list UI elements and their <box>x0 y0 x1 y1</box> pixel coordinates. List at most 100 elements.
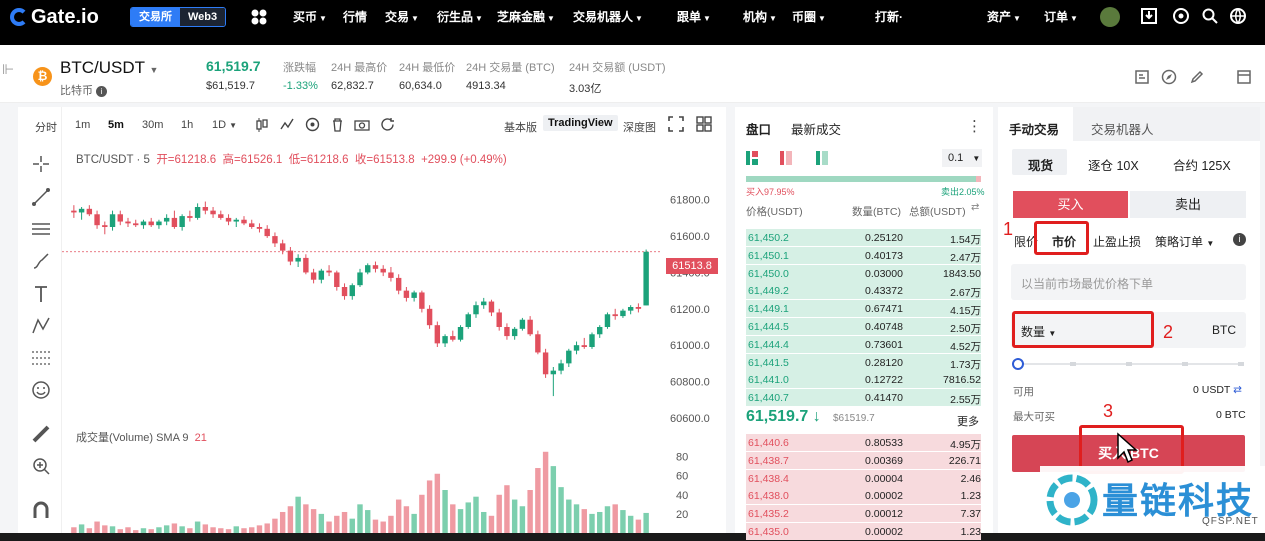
candlestick-chart[interactable] <box>62 187 662 427</box>
swap-icon[interactable]: ⇄ <box>971 202 979 213</box>
order-type-tpsl[interactable]: 止盈止损 <box>1093 233 1141 250</box>
alert-icon[interactable] <box>305 117 320 132</box>
nav-item[interactable]: 订单 ▼ <box>1044 0 1078 34</box>
nav-item[interactable]: 资产 ▼ <box>987 0 1021 34</box>
seg-exchange[interactable]: 交易所 <box>131 8 180 26</box>
fullscreen-icon[interactable] <box>668 116 684 132</box>
tab-orderbook[interactable]: 盘口 <box>746 119 771 138</box>
trash-icon[interactable] <box>330 117 345 132</box>
info-icon[interactable]: i <box>1233 233 1246 246</box>
globe-icon[interactable] <box>1229 7 1247 25</box>
brush-icon[interactable] <box>30 250 52 272</box>
emoji-icon[interactable] <box>30 379 52 401</box>
refresh-icon[interactable] <box>380 117 395 132</box>
view-tradingview[interactable]: TradingView <box>543 115 618 131</box>
camera-icon[interactable] <box>354 117 370 132</box>
nav-item[interactable]: 买币 ▼ <box>293 0 327 34</box>
grid-layout-icon[interactable] <box>696 116 712 132</box>
collapse-sidebar-icon[interactable]: ⊩ <box>2 61 14 78</box>
view-basic[interactable]: 基本版 <box>504 119 537 135</box>
side-sell-tab[interactable]: 卖出 <box>1130 191 1246 218</box>
tab-manual-trade[interactable]: 手动交易 <box>1009 119 1059 138</box>
more-link[interactable]: 更多 <box>957 413 979 429</box>
nav-item[interactable]: 交易 ▼ <box>385 0 419 34</box>
mode-spot[interactable]: 现货 <box>1028 155 1053 174</box>
ruler-icon[interactable] <box>30 423 52 445</box>
gate-logo[interactable]: Gate.io <box>10 5 99 29</box>
interval-30m[interactable]: 30m <box>142 119 163 131</box>
info-icon[interactable]: i <box>96 86 108 97</box>
zoom-in-icon[interactable] <box>30 455 52 477</box>
book-both-icon[interactable] <box>746 151 764 165</box>
amount-slider[interactable] <box>1012 358 1246 370</box>
exchange-web3-switch[interactable]: 交易所 Web3 <box>130 7 227 27</box>
text-tool-icon[interactable] <box>30 283 52 305</box>
download-icon[interactable] <box>1140 7 1158 25</box>
interval-1h[interactable]: 1h <box>181 119 193 131</box>
precision-select[interactable]: 0.1 ▼ <box>942 149 982 167</box>
nav-item[interactable]: 衍生品 ▼ <box>437 0 483 34</box>
pair-selector[interactable]: BTC/USDT ▼ <box>60 58 158 78</box>
market-price-input[interactable]: 以当前市场最优价格下单 <box>1011 264 1246 300</box>
tab-recent-trades[interactable]: 最新成交 <box>791 119 841 138</box>
price-axis[interactable]: 61800.061600.061400.061200.061000.060800… <box>662 187 726 427</box>
search-icon[interactable] <box>1201 7 1219 25</box>
bid-row[interactable]: 61,444.5 0.40748 2.50万 <box>735 318 985 336</box>
view-depth[interactable]: 深度图 <box>623 119 656 135</box>
bid-row[interactable]: 61,450.1 0.40173 2.47万 <box>735 246 985 265</box>
interval-5m[interactable]: 5m <box>108 119 124 131</box>
mode-margin[interactable]: 逐仓 10X <box>1088 155 1139 174</box>
seg-web3[interactable]: Web3 <box>180 8 226 26</box>
bid-row[interactable]: 61,440.7 0.41470 2.55万 <box>735 389 985 407</box>
compass-icon[interactable] <box>1161 69 1177 85</box>
bid-row[interactable]: 61,444.4 0.73601 4.52万 <box>735 335 985 354</box>
candle-type-icon[interactable] <box>255 117 269 133</box>
notes-icon[interactable] <box>1134 69 1150 85</box>
interval-1d[interactable]: 1D ▼ <box>212 119 237 131</box>
fib-icon[interactable] <box>30 347 52 369</box>
nav-item[interactable]: 跟单 ▼ <box>677 0 711 34</box>
crosshair-icon[interactable] <box>30 153 52 175</box>
bid-row[interactable]: 61,441.5 0.28120 1.73万 <box>735 353 985 372</box>
ask-row[interactable]: 61,438.0 0.00002 1.23 <box>735 487 985 505</box>
horizontal-lines-icon[interactable] <box>30 218 52 240</box>
nav-item[interactable]: 行情 <box>343 0 367 34</box>
interval-1m[interactable]: 1m <box>75 119 90 131</box>
edit-icon[interactable] <box>1189 69 1205 85</box>
book-asks-icon[interactable] <box>780 151 798 165</box>
mode-futures[interactable]: 合约 125X <box>1173 155 1231 174</box>
layout-icon[interactable] <box>1236 69 1252 85</box>
nav-item[interactable]: 交易机器人 ▼ <box>573 0 643 34</box>
nav-item[interactable]: 打新· <box>875 0 903 34</box>
bid-row[interactable]: 61,449.2 0.43372 2.67万 <box>735 282 985 300</box>
bid-row[interactable]: 61,449.1 0.67471 4.15万 <box>735 300 985 318</box>
ask-row[interactable]: 61,435.0 0.00002 1.23 <box>735 523 985 541</box>
bid-row[interactable]: 61,450.0 0.03000 1843.50 <box>735 264 985 283</box>
order-type-strategy[interactable]: 策略订单 ▼ <box>1155 233 1214 250</box>
bid-row[interactable]: 61,441.0 0.12722 7816.52 <box>735 371 985 389</box>
trendline-icon[interactable] <box>30 186 52 208</box>
pattern-icon[interactable] <box>30 315 52 337</box>
book-bids-icon[interactable] <box>816 151 834 165</box>
volume-bar <box>434 473 441 533</box>
ask-row[interactable]: 61,438.4 0.00004 2.46 <box>735 469 985 488</box>
avatar[interactable] <box>1100 7 1120 27</box>
indicators-icon[interactable] <box>280 117 295 132</box>
candle <box>341 283 348 300</box>
nav-item[interactable]: 机构 ▼ <box>743 0 777 34</box>
interval-tick[interactable]: 分时 <box>35 119 57 135</box>
ask-row[interactable]: 61,440.6 0.80533 4.95万 <box>735 434 985 452</box>
more-options-icon[interactable]: ⋮ <box>967 117 982 135</box>
nav-item[interactable]: 币圈 ▼ <box>792 0 826 34</box>
side-buy-tab[interactable]: 买入 <box>1013 191 1128 218</box>
nav-item[interactable]: 芝麻金融 ▼ <box>497 0 555 34</box>
volume-chart[interactable] <box>62 447 662 533</box>
book-total: 2.67万 <box>950 287 981 300</box>
ask-row[interactable]: 61,438.7 0.00369 226.71 <box>735 451 985 470</box>
settings-icon[interactable] <box>1172 7 1190 25</box>
magnet-icon[interactable] <box>30 499 52 521</box>
bid-row[interactable]: 61,450.2 0.25120 1.54万 <box>735 229 985 247</box>
apps-grid-icon[interactable] <box>250 8 268 26</box>
tab-trading-bot[interactable]: 交易机器人 <box>1091 119 1154 138</box>
ask-row[interactable]: 61,435.2 0.00012 7.37 <box>735 505 985 523</box>
